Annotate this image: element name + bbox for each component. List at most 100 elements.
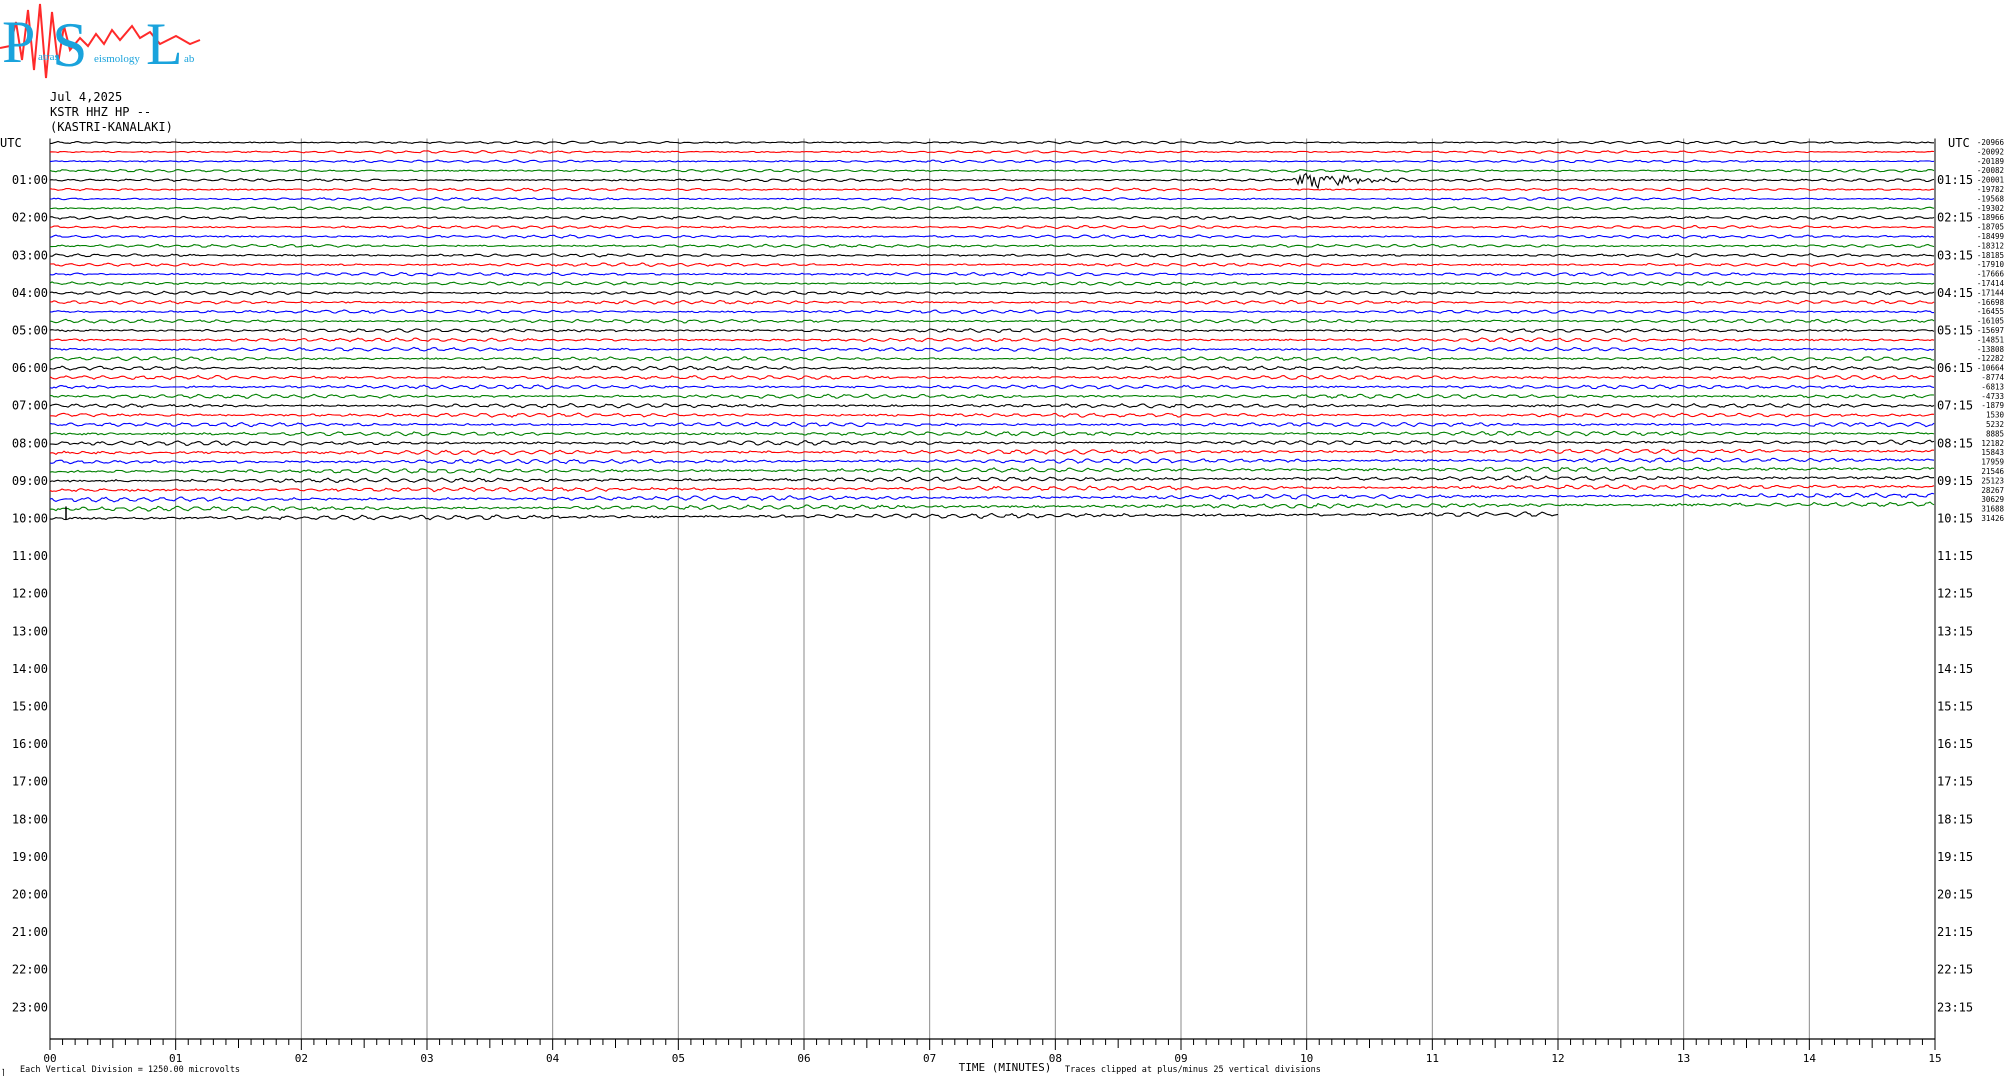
hour-label-left: 02:00	[12, 211, 48, 225]
trace-offset-value: 17959	[1981, 458, 2004, 467]
hour-label-left: 03:00	[12, 248, 48, 262]
minute-tick-label: 09	[1174, 1052, 1187, 1065]
trace-offset-value: -18966	[1977, 213, 2005, 222]
trace-offset-value: 15843	[1981, 448, 2004, 457]
trace-offset-value: -17910	[1977, 260, 2005, 269]
hour-label-right: 18:15	[1937, 812, 1973, 826]
trace-offset-value: 28267	[1981, 486, 2004, 495]
minute-tick-label: 06	[797, 1052, 810, 1065]
hour-label-left: 23:00	[12, 1000, 48, 1014]
utc-label-right: UTC	[1948, 136, 1970, 150]
hour-label-left: 05:00	[12, 324, 48, 338]
seismic-trace	[49, 290, 1935, 296]
seismic-trace	[49, 337, 1935, 343]
minute-tick-label: 02	[295, 1052, 308, 1065]
minute-tick-label: 14	[1803, 1052, 1817, 1065]
seismic-trace	[49, 253, 1935, 258]
minute-tick-label: 03	[420, 1052, 433, 1065]
hour-label-right: 12:15	[1937, 587, 1973, 601]
seismic-trace	[49, 421, 1935, 428]
seismic-trace	[49, 475, 1935, 484]
trace-offset-value: -1879	[1981, 401, 2004, 410]
hour-label-left: 21:00	[12, 925, 48, 939]
trace-group	[49, 140, 1935, 521]
trace-offset-value: -15697	[1977, 326, 2004, 335]
hour-label-left: 22:00	[12, 963, 48, 977]
seismic-trace	[49, 327, 1935, 333]
hour-label-right: 06:15	[1937, 361, 1973, 375]
trace-offset-value: 30629	[1981, 495, 2004, 504]
hour-label-right: 01:15	[1937, 173, 1973, 187]
hour-label-right: 22:15	[1937, 963, 1973, 977]
minute-tick-label: 04	[546, 1052, 560, 1065]
hour-label-left: 16:00	[12, 737, 48, 751]
minute-tick-label: 11	[1426, 1052, 1439, 1065]
hour-label-left: 15:00	[12, 700, 48, 714]
hour-label-left: 19:00	[12, 850, 48, 864]
hour-label-right: 20:15	[1937, 888, 1973, 902]
trace-offset-value: 8885	[1986, 429, 2004, 438]
trace-offset-value: -17666	[1977, 270, 2005, 279]
trace-offset-value: -13808	[1977, 345, 2005, 354]
trace-offset-value: -19568	[1977, 194, 2005, 203]
helicorder-plot: 00 01 02 03 04 05 06 07 08 09 10 11 12 13 14 15TIME (MI…	[0, 136, 2005, 1077]
hour-label-right: 15:15	[1937, 700, 1973, 714]
hour-label-right: 08:15	[1937, 436, 1973, 450]
hour-label-left: 11:00	[12, 549, 48, 563]
seismic-trace	[49, 299, 1935, 305]
hour-label-left: 07:00	[12, 399, 48, 413]
trace-offset-value: 31688	[1981, 505, 2004, 514]
trace-offset-value: -20092	[1977, 147, 2004, 156]
trace-offset-value: 5232	[1986, 420, 2004, 429]
seismic-trace	[50, 140, 1934, 145]
seismic-trace	[49, 356, 1935, 362]
hour-label-right: 10:15	[1937, 512, 1973, 526]
hour-label-right: 19:15	[1937, 850, 1973, 864]
seismic-trace	[49, 206, 1935, 211]
hour-label-left: 09:00	[12, 474, 48, 488]
hour-label-right: 07:15	[1937, 399, 1973, 413]
trace-offset-value: -18185	[1977, 251, 2004, 260]
hour-label-right: 11:15	[1937, 549, 1973, 563]
corner-mark: ⌉	[1, 1068, 6, 1077]
trace-offset-value: -19302	[1977, 204, 2004, 213]
hour-label-right: 21:15	[1937, 925, 1973, 939]
trace-offset-value: 31426	[1981, 514, 2004, 523]
trace-offset-value: -19782	[1977, 185, 2004, 194]
trace-offset-value: -16105	[1977, 317, 2004, 326]
minute-tick-label: 13	[1677, 1052, 1690, 1065]
seismic-trace	[49, 374, 1935, 381]
seismic-trace	[49, 150, 1935, 154]
seismic-trace	[49, 187, 1935, 192]
seismic-trace	[49, 318, 1935, 324]
hour-label-left: 06:00	[12, 361, 48, 375]
trace-offset-value: -20966	[1977, 138, 2005, 147]
hour-label-right: 04:15	[1937, 286, 1973, 300]
minute-tick-label: 07	[923, 1052, 936, 1065]
trace-offset-value: 1530	[1986, 411, 2005, 420]
minute-tick-label: 00	[43, 1052, 56, 1065]
hour-label-left: 01:00	[12, 173, 48, 187]
hour-label-right: 05:15	[1937, 324, 1973, 338]
utc-label-left: UTC	[0, 136, 22, 150]
trace-offset-value: 25123	[1981, 476, 2004, 485]
trace-offset-value: -20189	[1977, 157, 2004, 166]
hour-label-right: 02:15	[1937, 211, 1973, 225]
trace-offset-value: -20082	[1977, 166, 2004, 175]
minute-tick-label: 15	[1928, 1052, 1941, 1065]
trace-offset-value: -10664	[1977, 364, 2005, 373]
minute-tick-label: 05	[672, 1052, 685, 1065]
seismic-trace	[49, 402, 1935, 409]
hour-label-left: 10:00	[12, 512, 48, 526]
seismic-trace	[49, 271, 1935, 277]
seismic-trace	[49, 501, 1935, 512]
hour-label-left: 14:00	[12, 662, 48, 676]
seismic-trace	[49, 484, 1935, 493]
seismic-trace	[49, 346, 1935, 352]
seismic-trace	[49, 457, 1935, 465]
seismic-trace	[50, 309, 1934, 315]
minute-tick-label: 12	[1551, 1052, 1564, 1065]
seismic-trace	[49, 281, 1935, 286]
hour-label-right: 16:15	[1937, 737, 1973, 751]
trace-offset-value: 21546	[1981, 467, 2004, 476]
